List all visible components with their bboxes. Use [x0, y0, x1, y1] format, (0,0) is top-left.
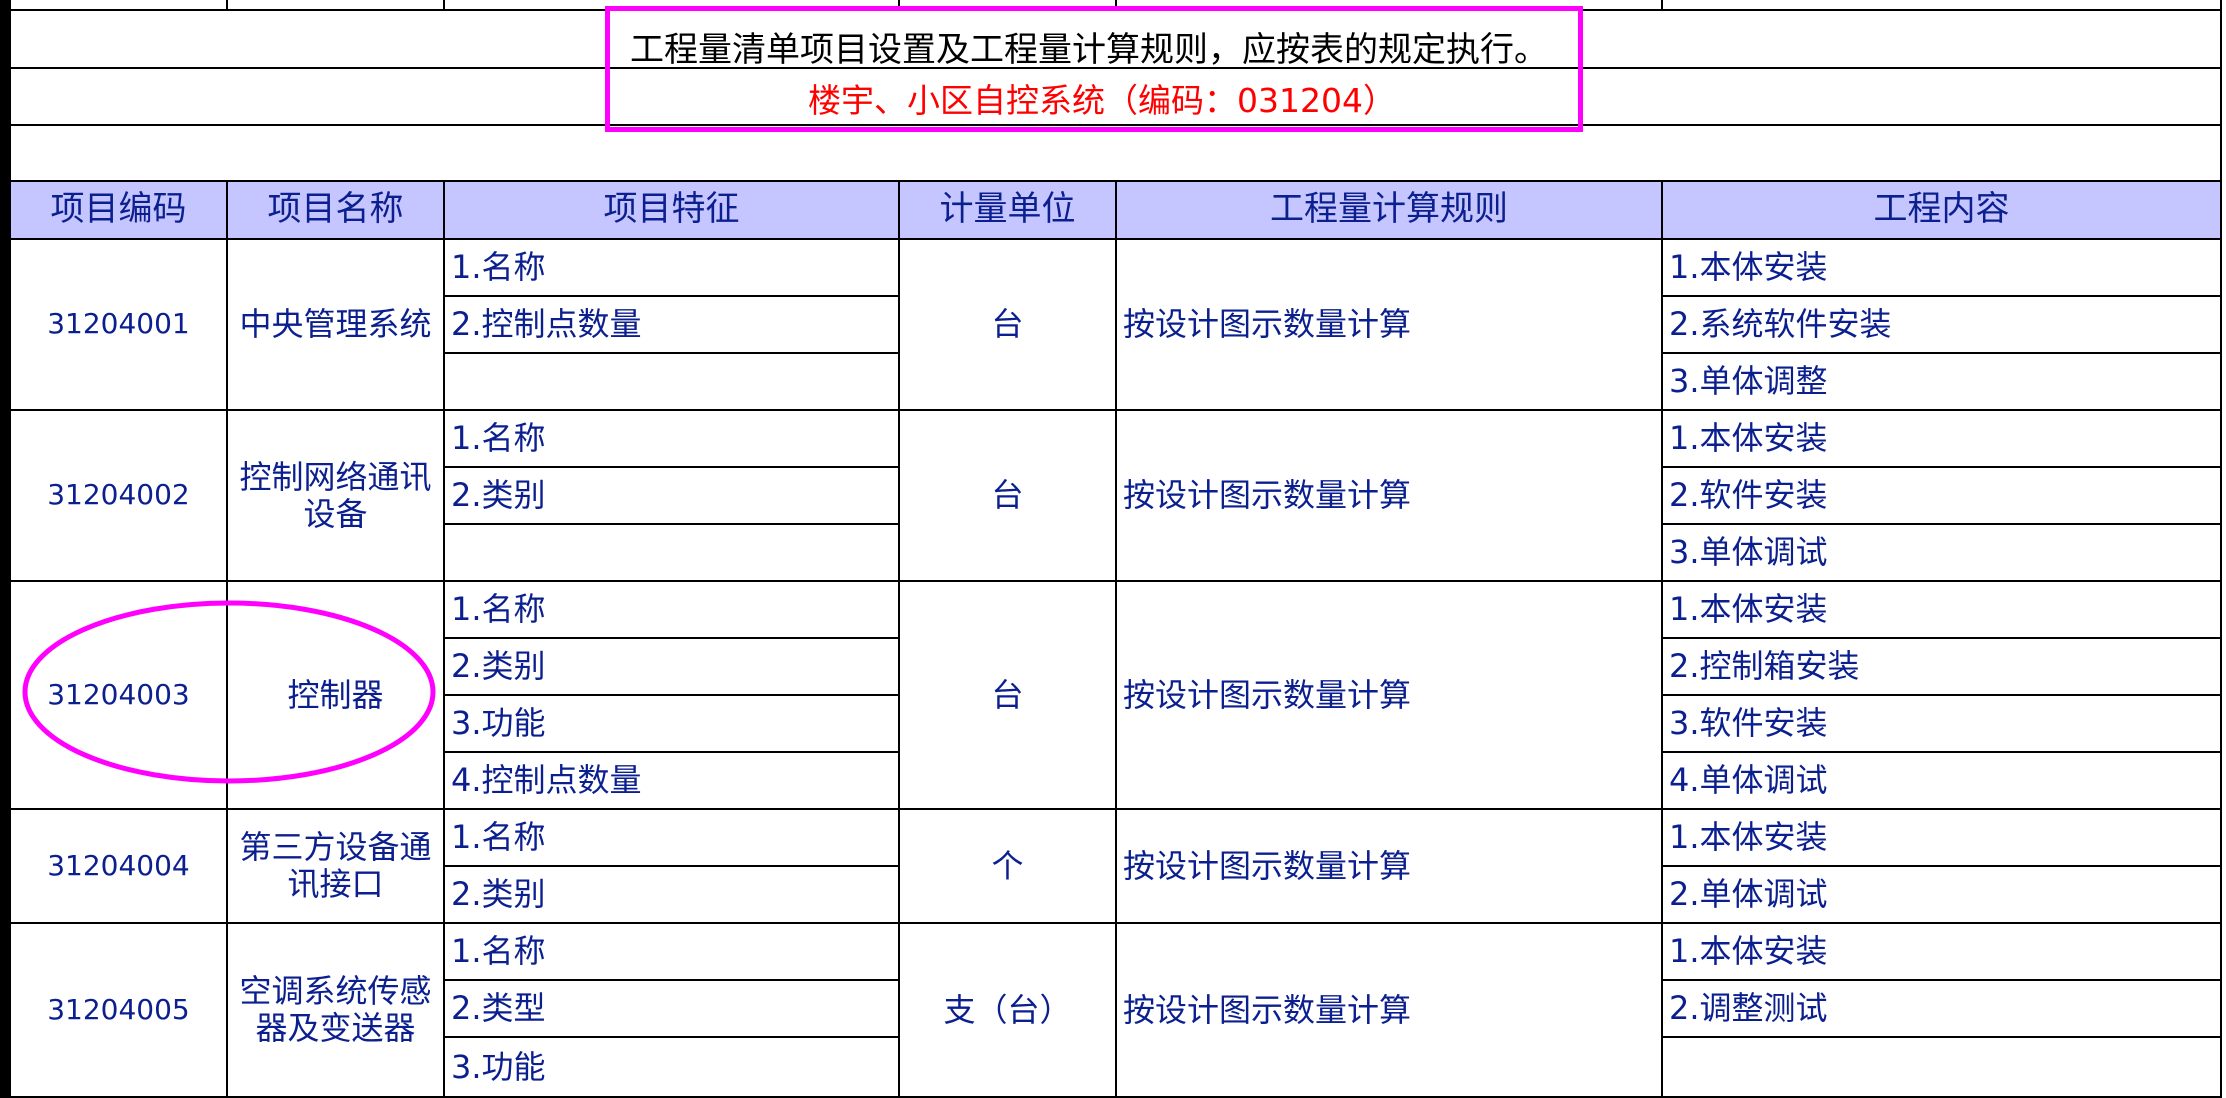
content-cell: 1.本体安装: [1663, 582, 2222, 639]
header-name: 项目名称: [228, 182, 445, 240]
item-name: 中央管理系统: [228, 240, 445, 411]
feature-cell: 2.类型: [445, 981, 900, 1038]
item-name: 第三方设备通讯接口: [228, 810, 445, 924]
feature-cell: 3.功能: [445, 1038, 900, 1098]
content-cell: 3.单体调试: [1663, 525, 2222, 582]
feature-cell: [445, 354, 900, 411]
highlight-box: [605, 6, 1583, 132]
grid-line: [0, 0, 11, 1098]
item-code: 31204001: [11, 240, 228, 411]
feature-cell: 2.类别: [445, 468, 900, 525]
rule-cell: 按设计图示数量计算: [1117, 582, 1663, 810]
item-name: 空调系统传感器及变送器: [228, 924, 445, 1098]
unit-cell: 支（台）: [900, 924, 1117, 1098]
feature-cell: 2.类别: [445, 639, 900, 696]
feature-cell: 1.名称: [445, 924, 900, 981]
header-unit: 计量单位: [900, 182, 1117, 240]
item-code: 31204005: [11, 924, 228, 1098]
content-cell: 2.控制箱安装: [1663, 639, 2222, 696]
feature-cell: 1.名称: [445, 240, 900, 297]
content-cell: [1663, 1038, 2222, 1098]
content-cell: 2.系统软件安装: [1663, 297, 2222, 354]
content-cell: 3.软件安装: [1663, 696, 2222, 753]
rule-cell: 按设计图示数量计算: [1117, 411, 1663, 582]
content-cell: 1.本体安装: [1663, 810, 2222, 867]
feature-cell: 2.类别: [445, 867, 900, 924]
rule-cell: 按设计图示数量计算: [1117, 240, 1663, 411]
highlight-ellipse: [22, 600, 436, 784]
unit-cell: 台: [900, 411, 1117, 582]
header-content: 工程内容: [1663, 182, 2222, 240]
content-cell: 4.单体调试: [1663, 753, 2222, 810]
spreadsheet: 工程量清单项目设置及工程量计算规则，应按表的规定执行。 楼宇、小区自控系统（编码…: [0, 0, 2226, 1098]
content-cell: 3.单体调整: [1663, 354, 2222, 411]
feature-cell: [445, 525, 900, 582]
header-rule: 工程量计算规则: [1117, 182, 1663, 240]
feature-cell: 3.功能: [445, 696, 900, 753]
content-cell: 1.本体安装: [1663, 924, 2222, 981]
feature-cell: 1.名称: [445, 582, 900, 639]
feature-cell: 4.控制点数量: [445, 753, 900, 810]
feature-cell: 1.名称: [445, 411, 900, 468]
header-features: 项目特征: [445, 182, 900, 240]
content-cell: 2.调整测试: [1663, 981, 2222, 1038]
item-code: 31204004: [11, 810, 228, 924]
feature-cell: 1.名称: [445, 810, 900, 867]
item-name: 控制网络通讯 设备: [228, 411, 445, 582]
rule-cell: 按设计图示数量计算: [1117, 810, 1663, 924]
unit-cell: 台: [900, 582, 1117, 810]
unit-cell: 个: [900, 810, 1117, 924]
content-cell: 2.软件安装: [1663, 468, 2222, 525]
unit-cell: 台: [900, 240, 1117, 411]
feature-cell: 2.控制点数量: [445, 297, 900, 354]
content-cell: 1.本体安装: [1663, 240, 2222, 297]
content-cell: 1.本体安装: [1663, 411, 2222, 468]
header-code: 项目编码: [11, 182, 228, 240]
item-code: 31204002: [11, 411, 228, 582]
content-cell: 2.单体调试: [1663, 867, 2222, 924]
rule-cell: 按设计图示数量计算: [1117, 924, 1663, 1098]
